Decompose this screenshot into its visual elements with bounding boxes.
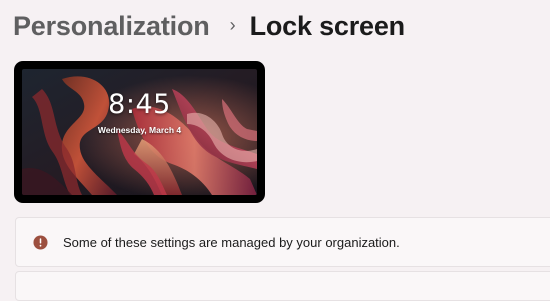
managed-settings-notice: Some of these settings are managed by yo…: [15, 217, 550, 267]
chevron-right-icon: ›: [229, 14, 236, 35]
breadcrumb-personalization[interactable]: Personalization: [13, 11, 210, 42]
lock-screen-date: Wednesday, March 4: [97, 125, 182, 135]
breadcrumb: Personalization › Lock screen: [13, 8, 405, 44]
lock-screen-time: 8:45: [108, 89, 171, 120]
info-icon: [33, 234, 48, 250]
notice-text: Some of these settings are managed by yo…: [63, 234, 400, 250]
page-title: Lock screen: [249, 10, 406, 41]
lock-screen-preview-image: 8:45 Wednesday, March 4: [22, 69, 257, 195]
settings-card[interactable]: [15, 271, 550, 301]
lock-screen-preview: 8:45 Wednesday, March 4: [14, 61, 265, 203]
